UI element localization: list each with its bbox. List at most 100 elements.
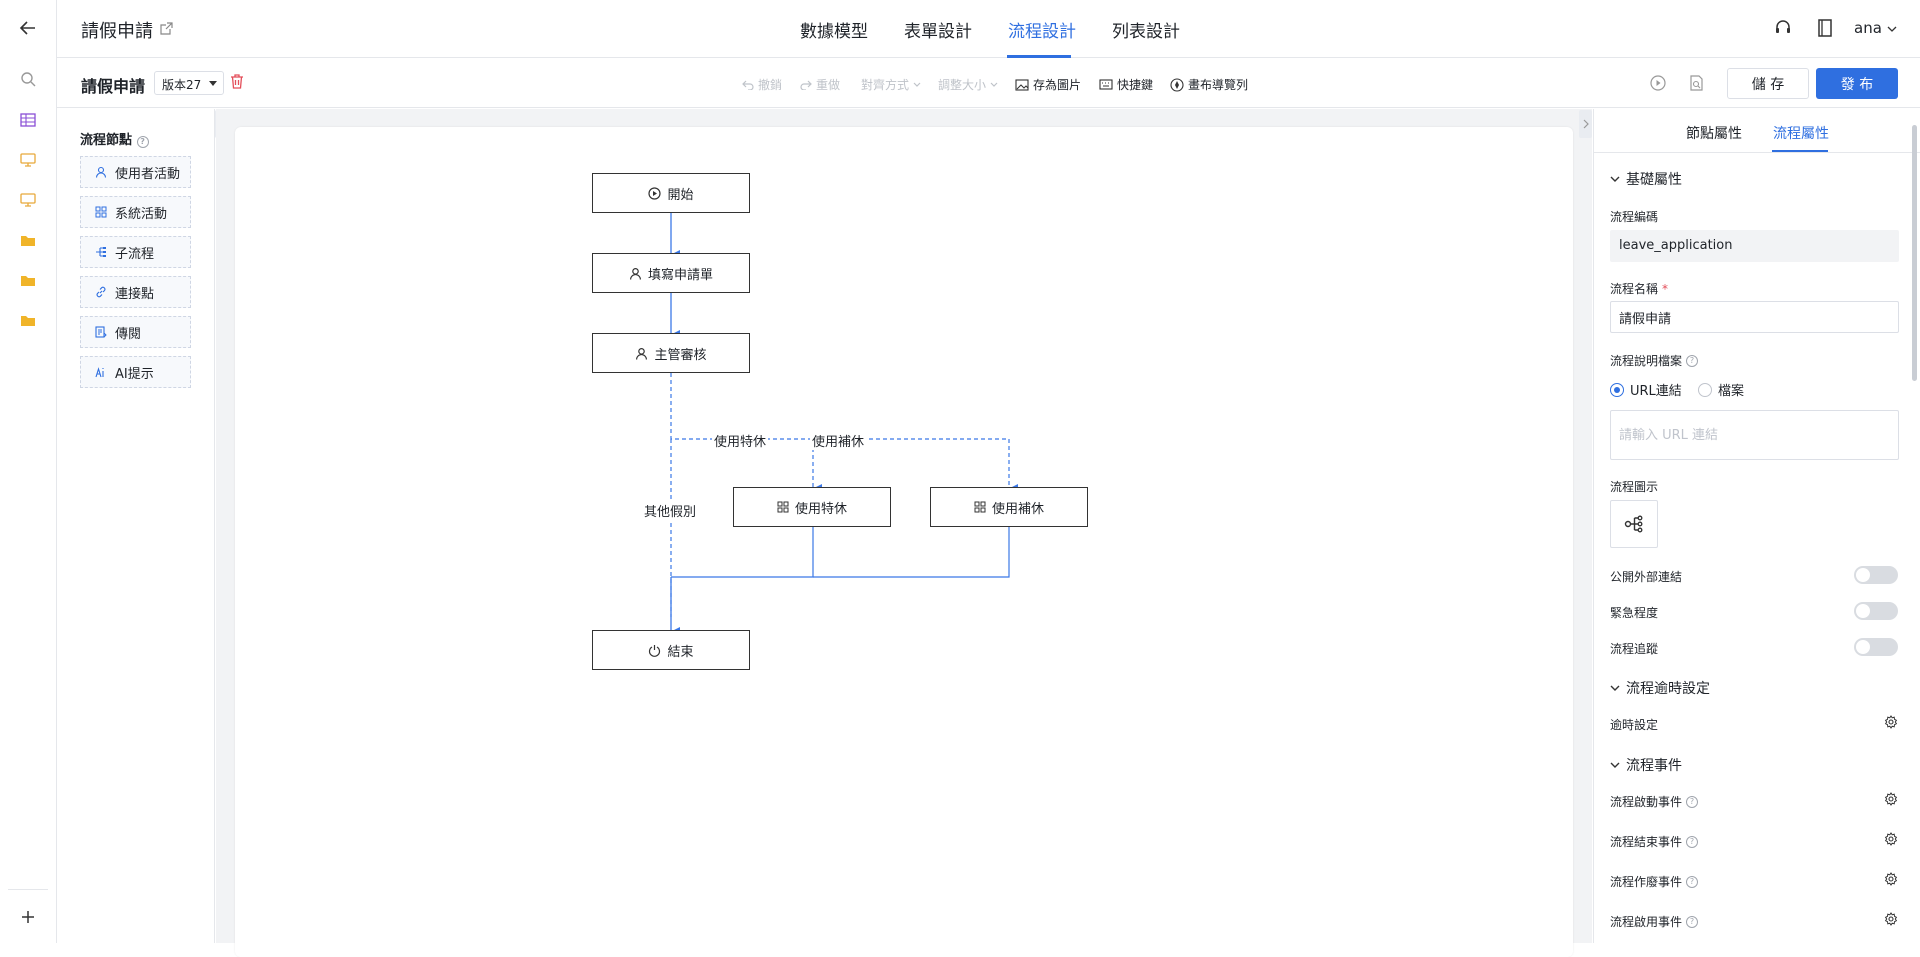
help-icon[interactable]: ? <box>1686 795 1699 808</box>
version-select[interactable]: 版本27 <box>154 71 224 95</box>
help-icon[interactable]: ? <box>136 135 149 148</box>
node-subprocess[interactable]: 子流程 <box>80 236 191 268</box>
undo-button[interactable]: 撤銷 <box>742 76 782 93</box>
event-start-gear-icon[interactable] <box>1884 791 1898 810</box>
event-enable-gear-icon[interactable] <box>1884 911 1898 930</box>
folder-icon[interactable] <box>17 309 39 331</box>
url-input[interactable] <box>1610 410 1899 460</box>
flow-canvas[interactable]: 開始 填寫申請單 主管審核 使用特休 使用補休 結束 使用特休 使用補休 其他假… <box>235 127 1573 957</box>
edge-label-comp[interactable]: 使用補休 <box>810 431 867 450</box>
rail-divider <box>8 889 48 890</box>
image-icon <box>1015 78 1029 91</box>
ai-icon <box>95 367 104 378</box>
document-search-icon[interactable] <box>1689 75 1704 95</box>
node-system-activity[interactable]: 系統活動 <box>80 196 191 228</box>
delete-icon[interactable] <box>230 74 244 93</box>
back-arrow-icon[interactable] <box>17 17 39 39</box>
radio-url[interactable]: URL連結 <box>1610 380 1682 399</box>
tab-flow-design[interactable]: 流程設計 <box>1008 17 1076 42</box>
radio-file[interactable]: 檔案 <box>1698 380 1744 399</box>
node-subprocess-label: 子流程 <box>115 246 155 262</box>
timeout-gear-icon[interactable] <box>1884 714 1898 733</box>
user-icon <box>630 267 641 280</box>
folder-icon[interactable] <box>17 229 39 251</box>
node-connector[interactable]: 連接點 <box>80 276 191 308</box>
section-basic-properties[interactable]: 基礎屬性 <box>1610 169 1682 189</box>
flow-node-fill-form-label: 填寫申請單 <box>647 267 713 283</box>
book-icon[interactable] <box>1818 19 1832 41</box>
redo-button[interactable]: 重做 <box>800 76 840 93</box>
monitor-icon[interactable] <box>17 189 39 211</box>
search-icon[interactable] <box>17 68 39 90</box>
flow-edges <box>670 213 1018 637</box>
flow-node-start-label: 開始 <box>667 187 694 203</box>
publish-button[interactable]: 發 布 <box>1816 68 1898 99</box>
save-image-button[interactable]: 存為圖片 <box>1015 76 1081 93</box>
flow-node-manager-review-label: 主管審核 <box>654 347 707 363</box>
urgency-toggle[interactable] <box>1854 602 1898 620</box>
user-icon <box>636 347 648 360</box>
event-start-label: 流程啟動事件 ? <box>1610 793 1699 810</box>
tab-node-properties[interactable]: 節點屬性 <box>1686 123 1742 143</box>
chevron-down-icon <box>1610 176 1620 182</box>
event-end-label: 流程結束事件 ? <box>1610 833 1699 850</box>
node-ai-prompt[interactable]: AI提示 <box>80 356 191 388</box>
node-user-activity[interactable]: 使用者活動 <box>80 156 191 188</box>
canvas-nav-button[interactable]: 畫布導覽列 <box>1170 76 1248 93</box>
section-timeout[interactable]: 流程逾時設定 <box>1610 678 1710 698</box>
public-link-toggle[interactable] <box>1854 566 1898 584</box>
resize-label: 調整大小 <box>938 78 987 92</box>
tab-data-model[interactable]: 數據模型 <box>800 17 868 42</box>
event-end-gear-icon[interactable] <box>1884 831 1898 850</box>
tab-form-design[interactable]: 表單設計 <box>904 17 972 42</box>
folder-icon[interactable] <box>17 269 39 291</box>
undo-label: 撤銷 <box>758 78 783 92</box>
flow-node-manager-review[interactable]: 主管審核 <box>592 333 750 373</box>
nodes-panel: 流程節點 ? 使用者活動 系統活動 子流程 連接點 傳閱 AI提示 <box>57 109 215 943</box>
active-tab-indicator <box>1772 150 1828 152</box>
event-void-gear-icon[interactable] <box>1884 871 1898 890</box>
help-icon[interactable]: ? <box>1686 354 1699 367</box>
tab-list-design[interactable]: 列表設計 <box>1112 17 1180 42</box>
flow-title: 請假申請 <box>81 77 146 96</box>
event-end-text: 流程結束事件 <box>1610 835 1683 849</box>
external-link-icon[interactable] <box>160 20 173 39</box>
flow-node-fill-form[interactable]: 填寫申請單 <box>592 253 750 293</box>
tab-flow-properties[interactable]: 流程屬性 <box>1773 123 1829 143</box>
caret-down-icon <box>209 81 217 86</box>
headset-icon[interactable] <box>1774 19 1792 41</box>
node-connector-label: 連接點 <box>115 286 155 302</box>
save-button[interactable]: 儲 存 <box>1727 68 1809 99</box>
event-void-text: 流程作廢事件 <box>1610 875 1683 889</box>
tracking-toggle[interactable] <box>1854 638 1898 656</box>
play-icon[interactable] <box>1650 75 1666 95</box>
section-events[interactable]: 流程事件 <box>1610 755 1682 775</box>
edge-label-other[interactable]: 其他假別 <box>642 501 699 520</box>
table-icon[interactable] <box>17 109 39 131</box>
plus-icon[interactable] <box>17 906 39 928</box>
props-scrollbar[interactable] <box>1912 125 1917 381</box>
help-icon[interactable]: ? <box>1686 835 1699 848</box>
node-ai-prompt-label: AI提示 <box>115 366 154 382</box>
flow-icon-picker[interactable] <box>1610 500 1658 548</box>
shortcuts-button[interactable]: 快捷鍵 <box>1099 76 1153 93</box>
redo-icon <box>800 80 812 90</box>
user-menu[interactable]: ana <box>1854 19 1897 37</box>
node-circulate[interactable]: 傳閱 <box>80 316 191 348</box>
flow-node-special-leave[interactable]: 使用特休 <box>733 487 891 527</box>
flow-node-end-label: 結束 <box>667 644 694 660</box>
icon-label: 流程圖示 <box>1610 480 1659 494</box>
monitor-icon[interactable] <box>17 149 39 171</box>
flow-node-end[interactable]: 結束 <box>592 630 750 670</box>
flow-node-start[interactable]: 開始 <box>592 173 750 213</box>
resize-dropdown[interactable]: 調整大小 <box>938 76 998 93</box>
flow-node-comp-leave[interactable]: 使用補休 <box>930 487 1088 527</box>
name-field[interactable] <box>1610 301 1899 333</box>
circulate-icon <box>95 326 107 338</box>
edge-label-special[interactable]: 使用特休 <box>712 431 769 450</box>
help-icon[interactable]: ? <box>1686 915 1699 928</box>
collapse-right-handle[interactable] <box>1579 110 1592 138</box>
help-icon[interactable]: ? <box>1686 875 1699 888</box>
align-dropdown[interactable]: 對齊方式 <box>861 76 921 93</box>
nodes-panel-title-text: 流程節點 <box>80 133 133 148</box>
